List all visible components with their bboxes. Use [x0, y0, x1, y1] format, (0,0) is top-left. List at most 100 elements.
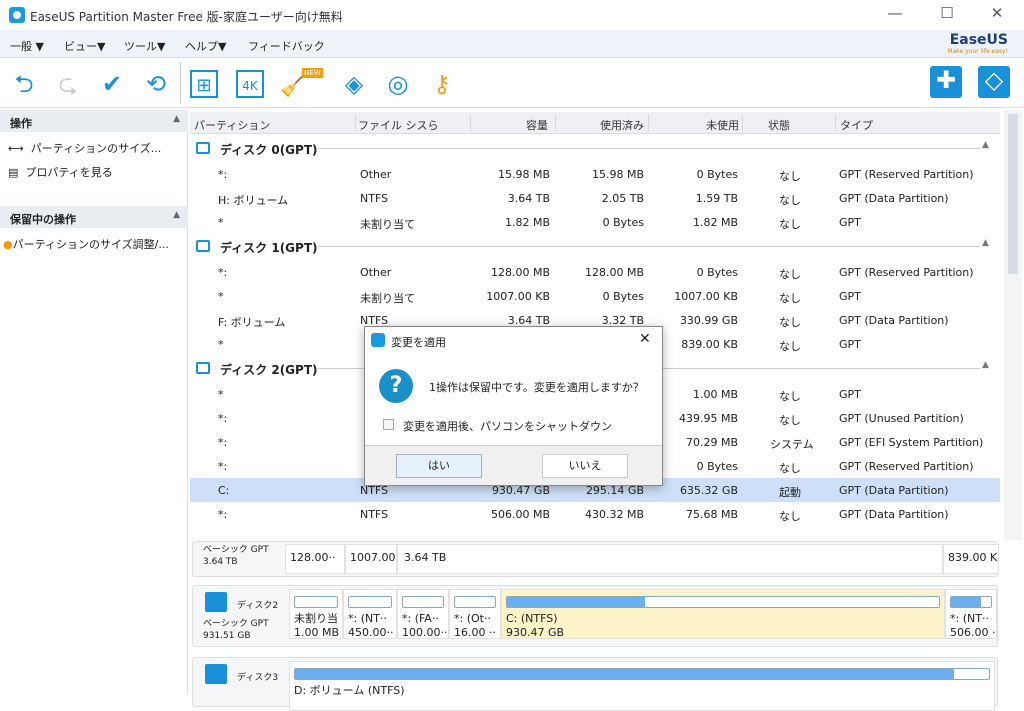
table-row[interactable]: *: Other 128.00 MB 128.00 MB 0 Bytes なし GPT (R… — [190, 260, 1000, 284]
table-cell: 439.95 MB — [678, 412, 738, 425]
menu-feedback[interactable]: フィードバック — [248, 38, 325, 54]
table-cell: なし — [779, 390, 801, 403]
disk-group-header[interactable]: ディスク 0(GPT) ▲ — [190, 136, 1000, 160]
disk2-map: ディスク2 ベーシック GPT 931.51 GB 未割り当 1.00 MB *: (… — [192, 585, 998, 647]
collapse-icon[interactable]: ▲ — [982, 140, 989, 150]
table-row[interactable]: *: Other 15.98 MB 15.98 MB 0 Bytes なし GPT (Res… — [190, 162, 1000, 186]
key-icon[interactable]: ⚷ — [428, 70, 456, 98]
refresh-icon[interactable]: ⟲ — [142, 70, 170, 98]
minimize-button[interactable]: — — [880, 4, 910, 26]
dialog-message: 1操作は保留中です。変更を適用しますか？ — [429, 381, 644, 394]
undo-icon[interactable]: ⮌ — [10, 70, 38, 98]
table-header: パーティション ファイル シスら 容量 使用済み 未使用 状態 タイプ — [190, 112, 1000, 134]
disk-map-partition[interactable]: D: ボリューム (NTFS) — [289, 661, 995, 711]
wipe-icon[interactable]: ◈ — [340, 70, 368, 98]
disk-map-partition[interactable]: *: (NT·· 506.00 ·· — [945, 589, 997, 639]
shutdown-checkbox-label[interactable]: 変更を適用後、パソコンをシャットダウン — [403, 418, 612, 434]
table-cell: GPT (EFI System Partition) — [839, 436, 984, 449]
disk-group-header[interactable] — [190, 526, 1000, 540]
menu-view[interactable]: ビュー▼ — [64, 38, 105, 54]
column-header[interactable]: 使用済み — [600, 117, 644, 133]
table-cell: *: — [218, 460, 228, 473]
disk-name: ディスク 2(GPT) — [220, 363, 318, 377]
disk-map-partition[interactable]: 3.64 TB — [397, 544, 943, 574]
disk-icon — [196, 142, 210, 154]
disk-map-partition[interactable]: *: (FA·· 100.00·· — [397, 589, 449, 639]
table-cell: Other — [360, 168, 392, 181]
4k-align-icon[interactable]: 4K — [236, 70, 264, 98]
disk1-map: ベーシック GPT3.64 TB 128.00·· 1007.00·· 3.64… — [192, 541, 999, 577]
disk-map-partition[interactable]: 839.00 KE — [943, 544, 999, 574]
column-divider[interactable] — [355, 114, 356, 132]
column-header[interactable]: 未使用 — [706, 117, 739, 133]
pending-header[interactable]: 保留中の操作 ▲ — [0, 206, 188, 228]
column-header[interactable]: パーティション — [194, 117, 270, 133]
pending-op-item[interactable]: ●パーティションのサイズ調整/... — [3, 236, 181, 252]
maximize-button[interactable]: ☐ — [932, 4, 962, 26]
upgrade-icon[interactable]: ◇ — [978, 66, 1010, 98]
collapse-icon[interactable]: ▲ — [982, 360, 989, 370]
disk-map-partition[interactable]: C: (NTFS) 930.47 GB — [501, 589, 945, 639]
table-row[interactable]: *: NTFS 506.00 MB 430.32 MB 75.68 MB なし GPT (D… — [190, 502, 1000, 526]
menu-help[interactable]: ヘルプ▼ — [185, 38, 226, 54]
redo-icon[interactable]: ⮎ — [54, 70, 82, 98]
operations-header[interactable]: 操作 ▲ — [0, 110, 188, 132]
new-badge: NEW — [302, 68, 323, 78]
disk-map-partition[interactable]: 128.00·· — [285, 544, 345, 574]
table-scrollbar[interactable] — [1004, 110, 1022, 540]
view-properties-op[interactable]: ▤ プロパティを見る — [8, 164, 186, 180]
table-cell: 635.32 GB — [679, 484, 738, 497]
table-cell: 330.99 GB — [679, 314, 738, 327]
table-cell: *: — [218, 436, 228, 449]
table-cell: GPT (Unused Partition) — [839, 412, 964, 425]
table-cell: Other — [360, 266, 392, 279]
table-cell: なし — [779, 268, 801, 281]
column-divider[interactable] — [470, 114, 471, 132]
close-button[interactable]: ✕ — [982, 4, 1012, 26]
disk-map-partition[interactable]: 未割り当 1.00 MB — [289, 589, 343, 639]
column-divider[interactable] — [835, 114, 836, 132]
table-cell: 1.59 TB — [695, 192, 738, 205]
table-cell: 0 Bytes — [602, 216, 644, 229]
column-header[interactable]: タイプ — [840, 117, 873, 133]
disk-map-partition[interactable]: 1007.00·· — [345, 544, 397, 574]
table-cell: F: ボリューム — [218, 316, 286, 329]
menu-general[interactable]: 一般 ▼ — [10, 38, 44, 54]
table-cell: 839.00 KB — [681, 338, 738, 351]
table-row[interactable]: H: ボリューム NTFS 3.64 TB 2.05 TB 1.59 TB なし GPT (… — [190, 186, 1000, 210]
apply-check-icon[interactable]: ✔ — [98, 70, 126, 98]
column-header[interactable]: 状態 — [768, 117, 790, 133]
table-cell: NTFS — [360, 192, 389, 205]
shutdown-checkbox[interactable] — [383, 419, 394, 430]
table-row[interactable]: * 未割り当て 1.82 MB 0 Bytes 1.82 MB なし GPT — [190, 210, 1000, 234]
table-cell: 506.00 MB — [490, 508, 550, 521]
dialog-close-button[interactable]: ✕ — [639, 331, 651, 347]
column-header[interactable]: ファイル シスら — [358, 117, 439, 133]
table-cell: *: — [218, 508, 228, 521]
column-divider[interactable] — [648, 114, 649, 132]
collapse-icon[interactable]: ▲ — [982, 238, 989, 248]
resize-partition-op[interactable]: ⟷ パーティションのサイズ... — [8, 140, 186, 156]
disk-icon[interactable]: ◎ — [384, 70, 412, 98]
menu-tools[interactable]: ツール▼ — [124, 38, 165, 54]
disk-map-partition[interactable]: *: (Ot·· 16.00 ·· — [449, 589, 501, 639]
table-row[interactable]: * 未割り当て 1007.00 KB 0 Bytes 1007.00 KB なし GPT — [190, 284, 1000, 308]
disk-map-partition[interactable]: *: (NT·· 450.00·· — [343, 589, 397, 639]
app-logo-icon — [371, 333, 385, 347]
column-header[interactable]: 容量 — [526, 117, 548, 133]
table-cell: なし — [779, 218, 801, 231]
disk-icon — [205, 664, 227, 684]
table-cell: * — [218, 290, 224, 303]
column-divider[interactable] — [555, 114, 556, 132]
disk-group-header[interactable]: ディスク 1(GPT) ▲ — [190, 234, 1000, 258]
table-cell: 0 Bytes — [696, 168, 738, 181]
table-cell: 1.82 MB — [504, 216, 550, 229]
yes-button[interactable]: はい — [396, 454, 482, 478]
table-cell: なし — [779, 340, 801, 353]
column-divider[interactable] — [742, 114, 743, 132]
table-cell: GPT (Reserved Partition) — [839, 266, 974, 279]
no-button[interactable]: いいえ — [542, 454, 628, 478]
migrate-os-icon[interactable]: ⊞ — [190, 70, 218, 98]
table-cell: 1007.00 KB — [486, 290, 550, 303]
toolkit-icon[interactable]: ✚ — [930, 66, 962, 98]
